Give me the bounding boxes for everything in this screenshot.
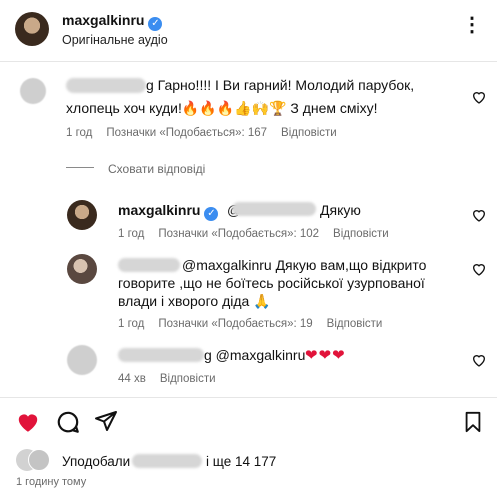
hide-replies-button[interactable]: Сховати відповіді <box>108 162 205 176</box>
reply-likes-count[interactable]: Позначки «Подобається»: 19 <box>158 318 312 330</box>
verified-badge-icon: ✓ <box>148 17 163 31</box>
reply-3-meta: 44 хв Відповісти <box>118 373 230 385</box>
reply-1-text: Дякую <box>320 202 361 218</box>
reply-author-avatar[interactable] <box>67 254 97 284</box>
reply-2-text-line3: влади і хворого діда 🙏 <box>118 293 271 309</box>
comment-time: 1 год <box>66 127 93 139</box>
post-author-avatar[interactable] <box>15 12 49 46</box>
reply-reply-button[interactable]: Відповісти <box>327 318 383 330</box>
reply-like-icon[interactable] <box>471 261 487 277</box>
comment-icon[interactable] <box>55 409 81 435</box>
verified-badge-icon: ✓ <box>204 207 219 221</box>
reply-1-meta: 1 год Позначки «Подобається»: 102 Відповіс… <box>118 228 403 240</box>
header-divider <box>0 61 497 62</box>
reply-author-avatar[interactable] <box>67 200 97 230</box>
reply-2-text-line1: @maxgalkinru Дякую вам,що відкрито <box>182 257 427 273</box>
post-author-row: maxgalkinru ✓ <box>62 12 163 31</box>
reply-3-hearts: ❤❤❤ <box>305 347 346 364</box>
reply-likes-count[interactable]: Позначки «Подобається»: 102 <box>158 228 319 240</box>
reply-1-body: maxgalkinru✓ @ <box>118 201 241 221</box>
reply-reply-button[interactable]: Відповісти <box>333 228 389 240</box>
liked-by-avatars[interactable] <box>16 449 50 471</box>
comment-like-icon[interactable] <box>471 89 487 105</box>
liked-by-suffix[interactable]: і ще 14 177 <box>206 452 276 471</box>
comment-meta: 1 год Позначки «Подобається»: 167 Відповіс… <box>66 127 351 139</box>
send-icon[interactable] <box>94 409 118 433</box>
commenter-avatar[interactable] <box>20 78 46 104</box>
liked-by-username-redacted <box>132 454 202 468</box>
post-time: 1 годину тому <box>16 476 87 488</box>
comment-likes-count[interactable]: Позначки «Подобається»: 167 <box>106 127 267 139</box>
reply-2-meta: 1 год Позначки «Подобається»: 19 Відповіст… <box>118 318 396 330</box>
reply-username-redacted <box>118 348 204 362</box>
reply-mention-redacted <box>232 202 316 216</box>
comment-reply-button[interactable]: Відповісти <box>281 127 337 139</box>
avatar <box>28 449 50 471</box>
hide-replies-line <box>66 167 94 168</box>
reply-username-redacted <box>118 258 180 272</box>
reply-2-text-line2: говорите ,що не боїтесь російської узурп… <box>118 275 425 291</box>
heart-filled-icon[interactable] <box>14 409 42 435</box>
liked-by-prefix: Уподобали <box>62 454 131 469</box>
reply-time: 44 хв <box>118 373 146 385</box>
comment-text-line1: g Гарно!!!! І Ви гарний! Молодий парубок… <box>146 77 415 93</box>
bookmark-icon[interactable] <box>462 409 484 435</box>
comment-text-line2: хлопець хоч куди!🔥🔥🔥👍🙌🏆 З днем сміху! <box>66 100 378 116</box>
reply-author-username[interactable]: maxgalkinru <box>118 202 200 218</box>
reply-author-avatar[interactable] <box>67 345 97 375</box>
reply-time: 1 год <box>118 318 145 330</box>
reply-time: 1 год <box>118 228 145 240</box>
post-audio-label[interactable]: Оригінальне аудіо <box>62 33 168 47</box>
post-author-username[interactable]: maxgalkinru <box>62 12 144 28</box>
reply-3-text: g @maxgalkinru <box>204 347 306 363</box>
reply-reply-button[interactable]: Відповісти <box>160 373 216 385</box>
reply-like-icon[interactable] <box>471 352 487 368</box>
actions-divider <box>0 397 497 398</box>
more-options-icon[interactable]: ⋮ <box>462 15 482 35</box>
reply-like-icon[interactable] <box>471 207 487 223</box>
commenter-username-redacted <box>66 78 146 93</box>
